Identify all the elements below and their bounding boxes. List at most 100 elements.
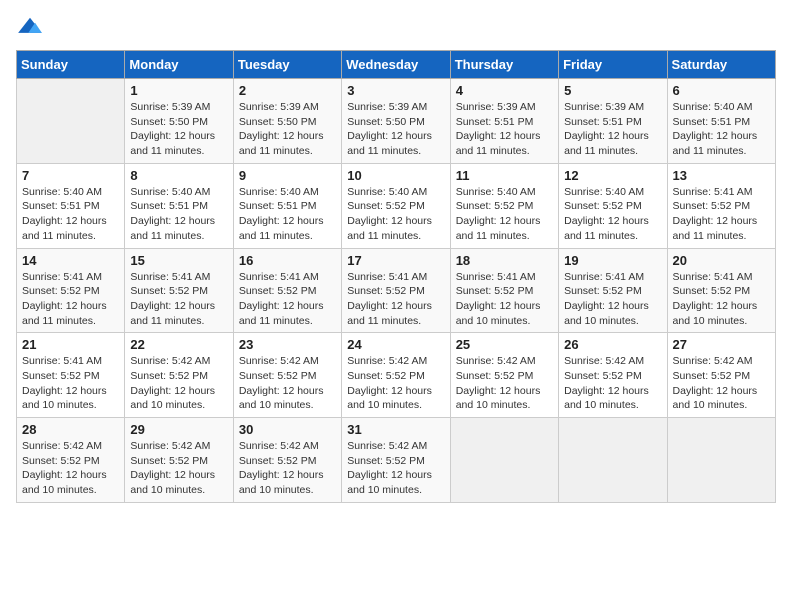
calendar-cell: 31 Sunrise: 5:42 AM Sunset: 5:52 PM Dayli… — [342, 418, 450, 503]
day-info: Sunrise: 5:39 AM Sunset: 5:51 PM Dayligh… — [564, 100, 661, 159]
day-number: 4 — [456, 83, 553, 98]
calendar-cell: 29Sunrise: 5:42 AM Sunset: 5:52 PM Dayli… — [125, 418, 233, 503]
calendar-week-row: 7 Sunrise: 5:40 AM Sunset: 5:51 PM Daylig… — [17, 163, 776, 248]
day-info: Sunrise: 5:40 AM Sunset: 5:52 PM Dayligh… — [564, 185, 661, 244]
day-number: 16 — [239, 253, 336, 268]
calendar-cell: 27 Sunrise: 5:42 AM Sunset: 5:52 PM Dayli… — [667, 333, 775, 418]
calendar-week-row: 14 Sunrise: 5:41 AM Sunset: 5:52 PM Dayli… — [17, 248, 776, 333]
calendar-day-header: Sunday — [17, 51, 125, 79]
calendar-week-row: 21 Sunrise: 5:41 AM Sunset: 5:52 PM Dayli… — [17, 333, 776, 418]
day-number: 5 — [564, 83, 661, 98]
day-number: 11 — [456, 168, 553, 183]
calendar-cell: 30Sunrise: 5:42 AM Sunset: 5:52 PM Dayli… — [233, 418, 341, 503]
calendar-cell: 19 Sunrise: 5:41 AM Sunset: 5:52 PM Dayli… — [559, 248, 667, 333]
page-header — [16, 16, 776, 38]
calendar-cell: 13Sunrise: 5:41 AM Sunset: 5:52 PM Dayli… — [667, 163, 775, 248]
calendar-cell — [17, 79, 125, 164]
logo-icon — [16, 16, 44, 38]
day-number: 19 — [564, 253, 661, 268]
day-info: Sunrise: 5:39 AM Sunset: 5:50 PM Dayligh… — [347, 100, 444, 159]
day-info: Sunrise: 5:40 AM Sunset: 5:52 PM Dayligh… — [347, 185, 444, 244]
day-info: Sunrise: 5:41 AM Sunset: 5:52 PM Dayligh… — [239, 270, 336, 329]
day-number: 12 — [564, 168, 661, 183]
day-info: Sunrise: 5:39 AM Sunset: 5:51 PM Dayligh… — [456, 100, 553, 159]
day-info: Sunrise: 5:42 AM Sunset: 5:52 PM Dayligh… — [347, 354, 444, 413]
day-number: 8 — [130, 168, 227, 183]
day-number: 31 — [347, 422, 444, 437]
day-number: 22 — [130, 337, 227, 352]
calendar-cell: 21 Sunrise: 5:41 AM Sunset: 5:52 PM Dayli… — [17, 333, 125, 418]
calendar-cell: 25 Sunrise: 5:42 AM Sunset: 5:52 PM Dayli… — [450, 333, 558, 418]
calendar-day-header: Tuesday — [233, 51, 341, 79]
calendar-cell: 8Sunrise: 5:40 AM Sunset: 5:51 PM Daylig… — [125, 163, 233, 248]
day-number: 29 — [130, 422, 227, 437]
day-info: Sunrise: 5:41 AM Sunset: 5:52 PM Dayligh… — [22, 354, 119, 413]
calendar-cell — [559, 418, 667, 503]
calendar-cell: 11 Sunrise: 5:40 AM Sunset: 5:52 PM Dayli… — [450, 163, 558, 248]
day-info: Sunrise: 5:42 AM Sunset: 5:52 PM Dayligh… — [22, 439, 119, 498]
day-number: 2 — [239, 83, 336, 98]
calendar-cell: 17Sunrise: 5:41 AM Sunset: 5:52 PM Dayli… — [342, 248, 450, 333]
day-number: 3 — [347, 83, 444, 98]
day-info: Sunrise: 5:41 AM Sunset: 5:52 PM Dayligh… — [564, 270, 661, 329]
day-info: Sunrise: 5:40 AM Sunset: 5:51 PM Dayligh… — [22, 185, 119, 244]
day-number: 21 — [22, 337, 119, 352]
day-info: Sunrise: 5:40 AM Sunset: 5:51 PM Dayligh… — [673, 100, 770, 159]
calendar-day-header: Monday — [125, 51, 233, 79]
calendar-cell: 3 Sunrise: 5:39 AM Sunset: 5:50 PM Daylig… — [342, 79, 450, 164]
day-info: Sunrise: 5:40 AM Sunset: 5:52 PM Dayligh… — [456, 185, 553, 244]
day-number: 20 — [673, 253, 770, 268]
calendar-cell: 5 Sunrise: 5:39 AM Sunset: 5:51 PM Daylig… — [559, 79, 667, 164]
day-info: Sunrise: 5:42 AM Sunset: 5:52 PM Dayligh… — [456, 354, 553, 413]
calendar-cell — [450, 418, 558, 503]
day-info: Sunrise: 5:42 AM Sunset: 5:52 PM Dayligh… — [564, 354, 661, 413]
calendar-header-row: SundayMondayTuesdayWednesdayThursdayFrid… — [17, 51, 776, 79]
calendar-cell: 28 Sunrise: 5:42 AM Sunset: 5:52 PM Dayli… — [17, 418, 125, 503]
day-number: 1 — [130, 83, 227, 98]
calendar-day-header: Wednesday — [342, 51, 450, 79]
day-info: Sunrise: 5:41 AM Sunset: 5:52 PM Dayligh… — [456, 270, 553, 329]
day-number: 28 — [22, 422, 119, 437]
calendar-cell — [667, 418, 775, 503]
calendar-cell: 10Sunrise: 5:40 AM Sunset: 5:52 PM Dayli… — [342, 163, 450, 248]
calendar-day-header: Thursday — [450, 51, 558, 79]
day-number: 23 — [239, 337, 336, 352]
calendar-cell: 9 Sunrise: 5:40 AM Sunset: 5:51 PM Daylig… — [233, 163, 341, 248]
calendar-day-header: Friday — [559, 51, 667, 79]
calendar-week-row: 1 Sunrise: 5:39 AM Sunset: 5:50 PM Daylig… — [17, 79, 776, 164]
calendar-cell: 4 Sunrise: 5:39 AM Sunset: 5:51 PM Daylig… — [450, 79, 558, 164]
logo — [16, 16, 48, 38]
calendar-cell: 16 Sunrise: 5:41 AM Sunset: 5:52 PM Dayli… — [233, 248, 341, 333]
day-info: Sunrise: 5:42 AM Sunset: 5:52 PM Dayligh… — [239, 439, 336, 498]
day-number: 26 — [564, 337, 661, 352]
day-number: 7 — [22, 168, 119, 183]
day-number: 14 — [22, 253, 119, 268]
calendar-cell: 26 Sunrise: 5:42 AM Sunset: 5:52 PM Dayli… — [559, 333, 667, 418]
day-info: Sunrise: 5:41 AM Sunset: 5:52 PM Dayligh… — [673, 270, 770, 329]
day-number: 24 — [347, 337, 444, 352]
day-info: Sunrise: 5:41 AM Sunset: 5:52 PM Dayligh… — [130, 270, 227, 329]
calendar-cell: 18Sunrise: 5:41 AM Sunset: 5:52 PM Dayli… — [450, 248, 558, 333]
day-number: 17 — [347, 253, 444, 268]
day-number: 9 — [239, 168, 336, 183]
day-info: Sunrise: 5:42 AM Sunset: 5:52 PM Dayligh… — [673, 354, 770, 413]
calendar-cell: 23 Sunrise: 5:42 AM Sunset: 5:52 PM Dayli… — [233, 333, 341, 418]
calendar-cell: 7 Sunrise: 5:40 AM Sunset: 5:51 PM Daylig… — [17, 163, 125, 248]
day-info: Sunrise: 5:40 AM Sunset: 5:51 PM Dayligh… — [239, 185, 336, 244]
calendar-cell: 20 Sunrise: 5:41 AM Sunset: 5:52 PM Dayli… — [667, 248, 775, 333]
calendar-cell: 2 Sunrise: 5:39 AM Sunset: 5:50 PM Daylig… — [233, 79, 341, 164]
calendar-cell: 12 Sunrise: 5:40 AM Sunset: 5:52 PM Dayli… — [559, 163, 667, 248]
calendar-cell: 22Sunrise: 5:42 AM Sunset: 5:52 PM Dayli… — [125, 333, 233, 418]
day-number: 25 — [456, 337, 553, 352]
day-info: Sunrise: 5:39 AM Sunset: 5:50 PM Dayligh… — [239, 100, 336, 159]
day-number: 6 — [673, 83, 770, 98]
calendar-cell: 24 Sunrise: 5:42 AM Sunset: 5:52 PM Dayli… — [342, 333, 450, 418]
day-info: Sunrise: 5:42 AM Sunset: 5:52 PM Dayligh… — [347, 439, 444, 498]
day-info: Sunrise: 5:42 AM Sunset: 5:52 PM Dayligh… — [239, 354, 336, 413]
day-number: 27 — [673, 337, 770, 352]
calendar-table: SundayMondayTuesdayWednesdayThursdayFrid… — [16, 50, 776, 503]
calendar-day-header: Saturday — [667, 51, 775, 79]
calendar-cell: 1Sunrise: 5:39 AM Sunset: 5:50 PM Daylig… — [125, 79, 233, 164]
day-number: 13 — [673, 168, 770, 183]
calendar-cell: 15Sunrise: 5:41 AM Sunset: 5:52 PM Dayli… — [125, 248, 233, 333]
